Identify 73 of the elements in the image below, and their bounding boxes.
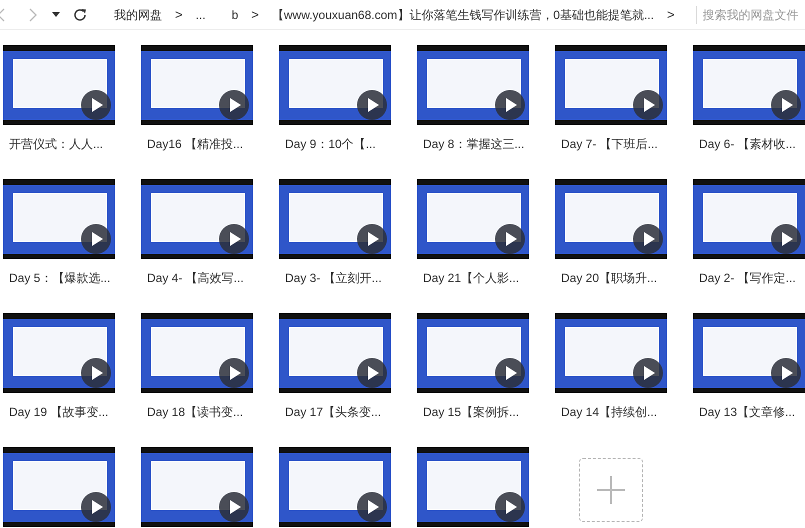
dropdown-caret-icon[interactable] [52, 12, 60, 17]
play-icon[interactable] [81, 492, 111, 522]
file-name[interactable]: Day16 【精准投... [141, 135, 279, 153]
play-icon[interactable] [81, 90, 111, 120]
video-thumbnail[interactable] [3, 313, 115, 393]
file-name[interactable]: Day 8：掌握这三... [417, 135, 555, 153]
play-icon[interactable] [357, 358, 387, 388]
video-thumbnail[interactable] [693, 45, 805, 125]
file-name[interactable]: Day 15【案例拆... [417, 403, 555, 421]
file-name[interactable]: Day 7- 【下班后... [555, 135, 693, 153]
play-icon[interactable] [357, 224, 387, 254]
file-name[interactable]: Day 14【持续创... [555, 403, 693, 421]
file-name[interactable]: Day 19 【故事变... [3, 403, 141, 421]
breadcrumb-link[interactable]: 【www.youxuan68.com】让你落笔生钱写作训练营，0基础也能提笔就... [272, 6, 654, 24]
refresh-icon[interactable] [73, 8, 87, 22]
breadcrumb-separator: > [251, 6, 259, 24]
video-thumbnail[interactable] [417, 313, 529, 393]
play-icon[interactable] [495, 90, 525, 120]
play-icon[interactable] [81, 224, 111, 254]
video-thumbnail[interactable] [141, 45, 253, 125]
play-icon[interactable] [81, 358, 111, 388]
play-icon[interactable] [771, 224, 801, 254]
video-thumbnail[interactable] [3, 179, 115, 259]
play-icon[interactable] [771, 90, 801, 120]
video-thumbnail[interactable] [417, 179, 529, 259]
play-icon[interactable] [633, 358, 663, 388]
video-thumbnail[interactable] [141, 179, 253, 259]
file-name[interactable]: Day 5：【爆款选... [3, 269, 141, 287]
plus-icon [597, 476, 625, 504]
video-thumbnail[interactable] [279, 313, 391, 393]
play-icon[interactable] [219, 358, 249, 388]
breadcrumb-separator: > [666, 6, 675, 24]
video-thumbnail[interactable] [417, 447, 529, 527]
play-icon[interactable] [495, 358, 525, 388]
play-icon[interactable] [633, 224, 663, 254]
file-name[interactable]: Day 9：10个【... [279, 135, 417, 153]
file-name[interactable]: Day 4- 【高效写... [141, 269, 279, 287]
file-name[interactable]: Day 2- 【写作定... [693, 269, 805, 287]
video-thumbnail[interactable] [141, 313, 253, 393]
file-name[interactable]: Day 21【个人影... [417, 269, 555, 287]
file-name[interactable]: Day 18【读书变... [141, 403, 279, 421]
video-thumbnail[interactable] [693, 313, 805, 393]
play-icon[interactable] [495, 492, 525, 522]
video-thumbnail[interactable] [3, 447, 115, 527]
file-name[interactable]: Day 3- 【立刻开... [279, 269, 417, 287]
play-icon[interactable] [219, 90, 249, 120]
file-name[interactable]: Day 20【职场升... [555, 269, 693, 287]
video-thumbnail[interactable] [3, 45, 115, 125]
video-thumbnail[interactable] [279, 179, 391, 259]
file-name[interactable]: Day 6- 【素材收... [693, 135, 805, 153]
play-icon[interactable] [219, 224, 249, 254]
play-icon[interactable] [219, 492, 249, 522]
video-thumbnail[interactable] [417, 45, 529, 125]
video-thumbnail[interactable] [693, 179, 805, 259]
breadcrumb-link[interactable]: b [232, 6, 238, 24]
play-icon[interactable] [633, 90, 663, 120]
video-thumbnail[interactable] [279, 447, 391, 527]
play-icon[interactable] [357, 492, 387, 522]
file-name[interactable]: Day 13【文章修... [693, 403, 805, 421]
play-icon[interactable] [357, 90, 387, 120]
video-thumbnail[interactable] [555, 179, 667, 259]
breadcrumb-separator: > [175, 6, 183, 24]
add-tile[interactable] [579, 458, 643, 522]
video-thumbnail[interactable] [555, 313, 667, 393]
file-name[interactable]: 开营仪式：人人... [3, 135, 141, 153]
play-icon[interactable] [771, 358, 801, 388]
file-name[interactable]: Day 17【头条变... [279, 403, 417, 421]
play-icon[interactable] [495, 224, 525, 254]
video-thumbnail[interactable] [555, 45, 667, 125]
breadcrumb-link[interactable]: ... [196, 6, 206, 24]
video-thumbnail[interactable] [141, 447, 253, 527]
breadcrumb-link[interactable]: 我的网盘 [114, 6, 162, 24]
video-thumbnail[interactable] [279, 45, 391, 125]
